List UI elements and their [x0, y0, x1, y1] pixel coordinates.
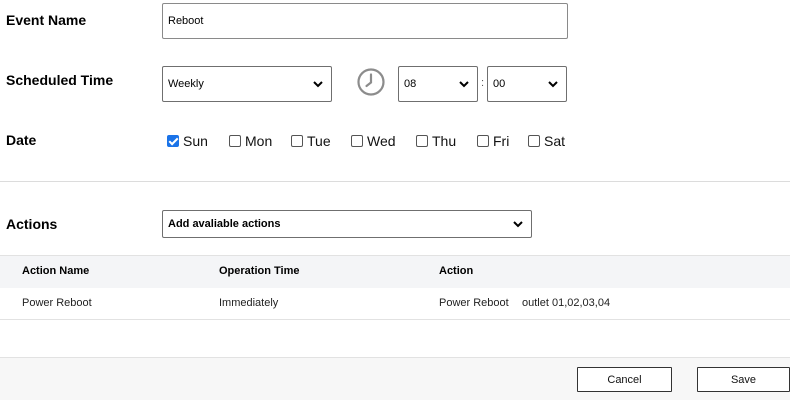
row-action-name: Power Reboot [22, 297, 92, 309]
checkbox[interactable] [229, 135, 241, 147]
event-name-input[interactable]: Reboot [162, 3, 568, 39]
checkbox[interactable] [291, 135, 303, 147]
day-label-thu: Thu [432, 133, 457, 149]
hour-value: 08 [404, 78, 417, 90]
event-name-label: Event Name [6, 12, 87, 28]
column-header-action-name: Action Name [22, 265, 90, 277]
cancel-button[interactable]: Cancel [577, 367, 672, 392]
actions-label: Actions [6, 216, 58, 232]
event-name-value: Reboot [168, 15, 204, 27]
time-separator: : [481, 77, 485, 89]
day-checkbox-tue[interactable]: Tue [291, 133, 331, 149]
day-label-mon: Mon [245, 133, 273, 149]
column-header-operation-time: Operation Time [219, 265, 300, 277]
checkbox[interactable] [351, 135, 363, 147]
day-checkbox-sun[interactable]: Sun [167, 133, 208, 149]
checkbox[interactable] [477, 135, 489, 147]
column-header-action: Action [439, 265, 474, 277]
scheduled-time-label: Scheduled Time [6, 72, 114, 88]
add-actions-value: Add avaliable actions [168, 218, 281, 230]
row-operation-time: Immediately [219, 297, 279, 309]
hour-select[interactable]: 08 [398, 66, 478, 102]
save-button[interactable]: Save [697, 367, 790, 392]
minute-value: 00 [493, 78, 506, 90]
section-divider [0, 181, 790, 182]
chevron-down-icon [459, 81, 469, 88]
chevron-down-icon [313, 81, 323, 88]
day-label-wed: Wed [367, 133, 396, 149]
checkbox[interactable] [416, 135, 428, 147]
row-action: Power Reboot [439, 297, 509, 309]
row-action-target: outlet 01,02,03,04 [522, 297, 611, 309]
chevron-down-icon [513, 221, 523, 228]
minute-select[interactable]: 00 [487, 66, 567, 102]
day-checkbox-thu[interactable]: Thu [416, 133, 456, 149]
day-checkbox-fri[interactable]: Fri [477, 133, 509, 149]
chevron-down-icon [548, 81, 558, 88]
date-label: Date [6, 132, 37, 148]
day-label-sun: Sun [183, 133, 208, 149]
day-label-fri: Fri [493, 133, 510, 149]
add-actions-select[interactable]: Add avaliable actions [162, 210, 532, 238]
checkbox[interactable] [528, 135, 540, 147]
table-row[interactable] [0, 288, 790, 320]
day-label-tue: Tue [307, 133, 331, 149]
frequency-value: Weekly [168, 78, 204, 90]
clock-icon [357, 68, 385, 96]
frequency-select[interactable]: Weekly [162, 66, 332, 102]
checkbox[interactable] [167, 135, 179, 147]
day-checkbox-wed[interactable]: Wed [351, 133, 396, 149]
day-checkbox-sat[interactable]: Sat [528, 133, 565, 149]
actions-table-header [0, 255, 790, 288]
day-label-sat: Sat [544, 133, 566, 149]
day-checkbox-mon[interactable]: Mon [229, 133, 272, 149]
